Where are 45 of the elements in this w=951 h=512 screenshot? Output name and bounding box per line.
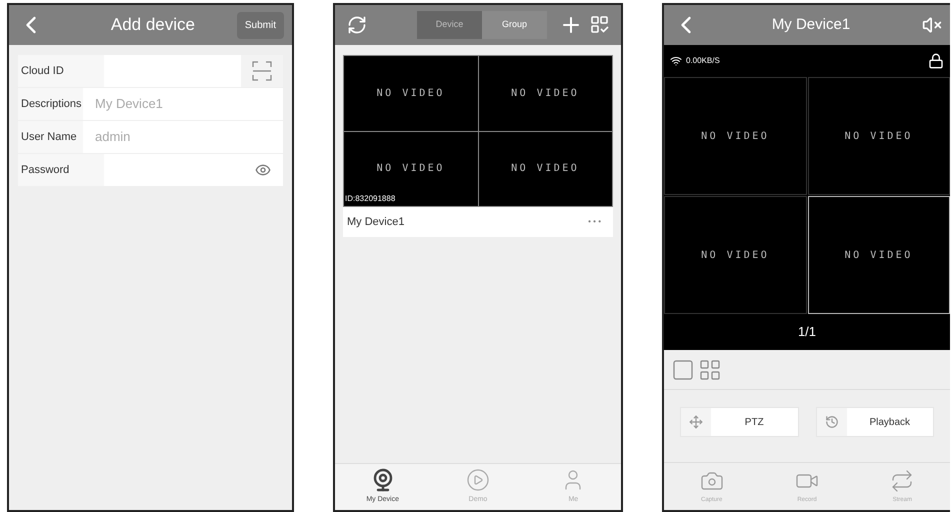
input-field[interactable]: My Device1: [83, 88, 283, 120]
single-view-icon[interactable]: [671, 358, 695, 382]
action-button[interactable]: Playback: [816, 407, 934, 437]
screen-title: My Device1: [770, 14, 852, 35]
repeat-icon: [890, 468, 914, 492]
scan-icon[interactable]: [252, 61, 272, 81]
grid-check-icon[interactable]: [591, 16, 609, 34]
lock-icon[interactable]: [928, 53, 944, 69]
video-tile[interactable]: NO VIDEO: [344, 56, 478, 130]
video-tile[interactable]: NO VIDEO: [808, 196, 950, 314]
field-label: Descriptions: [18, 88, 83, 120]
no-video-text: NO VIDEO: [701, 248, 770, 262]
play-icon: [466, 468, 490, 492]
no-video-text: NO VIDEO: [376, 162, 445, 176]
submit-button[interactable]: Submit: [236, 12, 284, 38]
no-video-text: NO VIDEO: [511, 86, 580, 101]
video-tile[interactable]: NO VIDEO: [664, 77, 806, 195]
quad-view-icon[interactable]: [698, 358, 722, 382]
video-tile[interactable]: NO VIDEO: [478, 56, 612, 130]
more-button[interactable]: • • •: [588, 216, 609, 228]
video-tile[interactable]: NO VIDEO: [478, 132, 612, 206]
video-tile[interactable]: NO VIDEO: [808, 77, 950, 195]
no-video-text: NO VIDEO: [376, 86, 445, 101]
refresh-icon[interactable]: [347, 15, 367, 35]
screen-title: Add device: [110, 14, 196, 36]
password-field[interactable]: [104, 154, 283, 186]
video-tile[interactable]: NO VIDEO: [664, 196, 806, 314]
speed-text: 0.00KB/S: [686, 55, 720, 67]
action-button[interactable]: PTZ: [680, 407, 798, 437]
device-id: ID:832091888: [345, 193, 396, 205]
move-icon: [689, 415, 703, 429]
video-tile[interactable]: NO VIDEO ID:832091888: [344, 132, 478, 206]
no-video-text: NO VIDEO: [844, 130, 913, 144]
no-video-text: NO VIDEO: [511, 162, 580, 176]
eye-icon[interactable]: [255, 162, 271, 178]
field-label: Password: [18, 154, 104, 186]
history-icon: [824, 415, 838, 429]
field-label: User Name: [18, 121, 83, 153]
no-video-text: NO VIDEO: [701, 130, 770, 144]
mute-icon[interactable]: [922, 15, 942, 35]
no-video-text: NO VIDEO: [844, 248, 913, 262]
device-name: My Device1: [347, 214, 404, 230]
page-indicator: 1/1: [798, 323, 816, 342]
input-field[interactable]: admin: [83, 121, 283, 153]
field-label: Cloud ID: [18, 55, 104, 87]
